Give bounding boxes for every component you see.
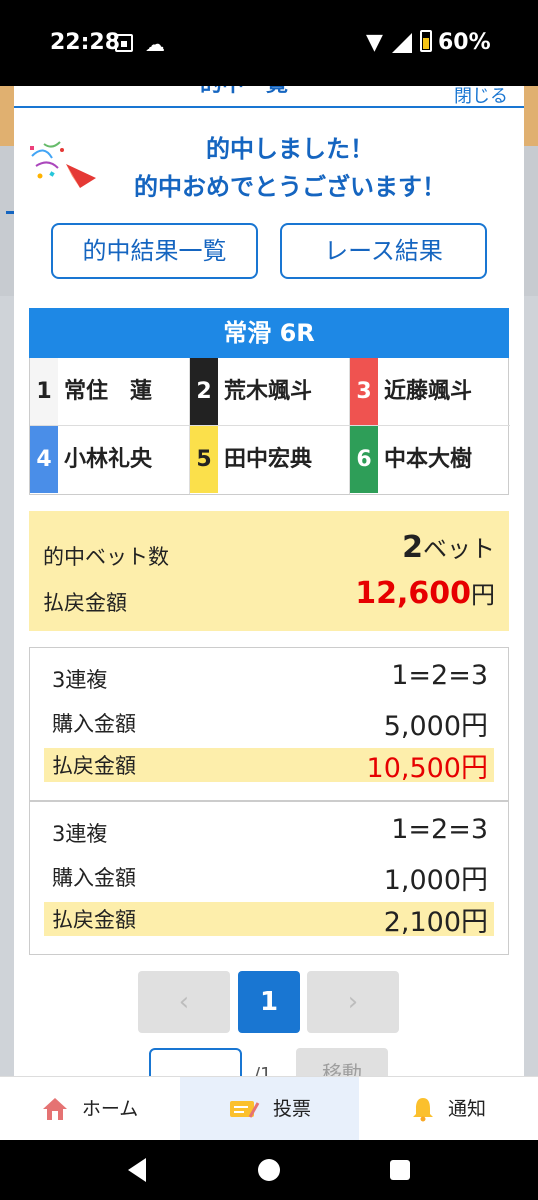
- pager-next-button[interactable]: ›: [307, 971, 399, 1033]
- race-header: 常滑 6R: [29, 308, 509, 358]
- purchase-row: 購入金額 5,000円: [44, 706, 494, 742]
- congrats-line-1: 的中しました！: [206, 135, 374, 163]
- bet-type-row: 3連複 1=2=3: [44, 814, 494, 850]
- bet-type: 3連複: [52, 668, 108, 692]
- purchase-label: 購入金額: [52, 866, 136, 890]
- rider-5: 5 田中宏典: [190, 426, 350, 494]
- title-divider: [14, 106, 524, 108]
- battery-icon: [420, 30, 432, 52]
- pager-prev-button[interactable]: ‹: [138, 971, 230, 1033]
- congrats-message: 的中しました！ 的中おめでとうございます！: [100, 130, 480, 206]
- hit-summary: 的中ベット数 2ベット 払戻金額 12,600円: [29, 511, 509, 631]
- rider-1: 1 常住 蓮: [30, 358, 190, 426]
- bottom-tab-bar: ホーム 投票 通知: [0, 1076, 538, 1141]
- bet-type-row: 3連複 1=2=3: [44, 660, 494, 696]
- bet-combo: 1=2=3: [391, 660, 488, 691]
- rider-number: 3: [350, 358, 378, 425]
- bet-card-2: 3連複 1=2=3 購入金額 1,000円 払戻金額 2,100円: [29, 801, 509, 955]
- rider-number: 5: [190, 426, 218, 493]
- tab-notifications-label: 通知: [448, 1098, 487, 1120]
- bet-count-value: 2: [402, 530, 423, 565]
- rider-6: 6 中本大樹: [350, 426, 510, 494]
- home-icon: [42, 1098, 67, 1120]
- page-total: /1: [254, 1064, 272, 1076]
- page-number-input[interactable]: [149, 1048, 242, 1076]
- rider-number: 2: [190, 358, 218, 425]
- payout-row: 払戻金額 10,500円: [44, 748, 494, 784]
- race-results-button[interactable]: レース結果: [280, 223, 487, 279]
- purchase-amount: 5,000円: [383, 711, 488, 742]
- total-payout-unit: 円: [471, 581, 495, 609]
- cloud-icon: ☁: [145, 32, 165, 56]
- pager-page-1[interactable]: 1: [238, 971, 300, 1033]
- battery-percent: 60%: [438, 30, 491, 55]
- rider-number: 4: [30, 426, 58, 493]
- rider-name: 中本大樹: [384, 447, 473, 472]
- page-move-button[interactable]: 移動: [296, 1048, 388, 1076]
- bet-combo: 1=2=3: [391, 814, 488, 845]
- wifi-icon: ▼: [366, 30, 383, 55]
- purchase-amount: 1,000円: [383, 865, 488, 896]
- tab-home[interactable]: ホーム: [0, 1077, 179, 1141]
- calendar-icon: [115, 34, 133, 52]
- rider-4: 4 小林礼央: [30, 426, 190, 494]
- app-content: 的中一覧 閉じる 的中しました！ 的中おめでとうございます！ 的中結果一覧 レー…: [0, 86, 538, 1076]
- hit-results-modal: 的中一覧 閉じる 的中しました！ 的中おめでとうございます！ 的中結果一覧 レー…: [14, 86, 524, 1076]
- status-bar: 22:28 ☁ ▼ 60%: [0, 0, 538, 86]
- bet-count-label: 的中ベット数: [43, 545, 169, 569]
- close-button[interactable]: 閉じる: [454, 86, 508, 108]
- ticket-icon: [229, 1101, 260, 1118]
- bell-icon: [412, 1098, 433, 1122]
- payout-label: 払戻金額: [52, 754, 136, 778]
- rider-number: 6: [350, 426, 378, 493]
- total-payout-label: 払戻金額: [43, 591, 127, 615]
- payout-label: 払戻金額: [52, 908, 136, 932]
- tab-home-label: ホーム: [81, 1098, 139, 1120]
- purchase-label: 購入金額: [52, 712, 136, 736]
- payout-row: 払戻金額 2,100円: [44, 902, 494, 938]
- clock: 22:28: [50, 30, 121, 55]
- rider-grid: 1 常住 蓮 2 荒木颯斗 3 近藤颯斗 4 小林礼央 5 田中宏典 6 中本大…: [29, 358, 510, 495]
- tab-notifications[interactable]: 通知: [359, 1077, 538, 1141]
- rider-name: 近藤颯斗: [384, 379, 473, 404]
- tab-vote-label: 投票: [273, 1098, 312, 1120]
- modal-title: 的中一覧: [200, 86, 288, 98]
- home-circle-icon[interactable]: [258, 1159, 280, 1181]
- system-nav-bar: [0, 1140, 538, 1200]
- signal-icon: [392, 33, 412, 53]
- bet-type: 3連複: [52, 822, 108, 846]
- bet-card-1: 3連複 1=2=3 購入金額 5,000円 払戻金額 10,500円: [29, 647, 509, 801]
- rider-name: 常住 蓮: [64, 379, 153, 404]
- recent-apps-icon[interactable]: [390, 1160, 410, 1180]
- bet-count: 2ベット: [402, 529, 495, 565]
- back-icon[interactable]: [128, 1158, 146, 1182]
- party-popper-icon: [30, 141, 96, 188]
- tab-vote[interactable]: 投票: [180, 1077, 359, 1141]
- rider-name: 小林礼央: [64, 447, 153, 472]
- hit-results-list-button[interactable]: 的中結果一覧: [51, 223, 258, 279]
- rider-2: 2 荒木颯斗: [190, 358, 350, 426]
- payout-amount: 10,500円: [366, 753, 488, 784]
- total-payout: 12,600円: [355, 575, 495, 611]
- rider-name: 田中宏典: [224, 447, 313, 472]
- total-payout-value: 12,600: [355, 576, 471, 611]
- bet-count-unit: ベット: [423, 535, 495, 563]
- rider-name: 荒木颯斗: [224, 379, 313, 404]
- payout-amount: 2,100円: [383, 907, 488, 938]
- purchase-row: 購入金額 1,000円: [44, 860, 494, 896]
- congrats-line-2: 的中おめでとうございます！: [134, 173, 446, 201]
- rider-number: 1: [30, 358, 58, 425]
- rider-3: 3 近藤颯斗: [350, 358, 510, 426]
